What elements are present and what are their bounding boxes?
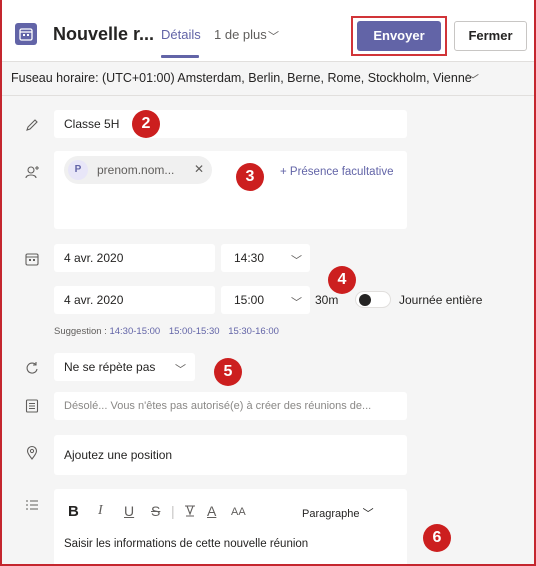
header-bar: Nouvelle r... Détails 1 de plus ﹀ Envoye…	[2, 0, 534, 62]
strikethrough-button[interactable]: S	[151, 503, 160, 519]
attendee-name: prenom.nom...	[97, 163, 175, 177]
annotation-badge: 5	[214, 358, 242, 386]
meeting-form-window: Nouvelle r... Détails 1 de plus ﹀ Envoye…	[0, 0, 536, 566]
start-time-select[interactable]: 14:30 ﹀	[221, 244, 310, 272]
paragraph-select[interactable]: Paragraphe ﹀	[302, 505, 374, 521]
optional-attendees-link[interactable]: + Présence facultative	[280, 166, 393, 178]
repeat-select[interactable]: Ne se répète pas ﹀	[54, 353, 195, 381]
end-date-value: 4 avr. 2020	[64, 293, 124, 307]
suggestion-slot[interactable]: 15:30-16:00	[228, 326, 279, 337]
annotation-badge: 3	[236, 163, 264, 191]
channel-input[interactable]: Désolé... Vous n'êtes pas autorisé(e) à …	[54, 392, 407, 420]
description-editor[interactable]: B I U S | A AA Paragraphe ﹀ Saisir les i…	[54, 489, 407, 564]
all-day-label: Journée entière	[399, 293, 483, 307]
page-title: Nouvelle r...	[53, 24, 155, 44]
font-color-button[interactable]: A	[207, 503, 216, 519]
end-time-select[interactable]: 15:00 ﹀	[221, 286, 310, 314]
tab-details[interactable]: Détails	[161, 27, 201, 42]
duration-label: 30m	[315, 293, 339, 307]
suggestions-row: Suggestion : 14:30-15:00 15:00-15:30 15:…	[54, 326, 285, 337]
annotation-badge: 2	[132, 110, 160, 138]
editor-body-text[interactable]: Saisir les informations de cette nouvell…	[64, 538, 308, 550]
chevron-down-icon: ﹀	[291, 297, 302, 309]
calendar-icon	[24, 251, 40, 267]
highlight-icon[interactable]	[182, 503, 198, 522]
end-time-value: 15:00	[234, 293, 265, 307]
location-placeholder: Ajoutez une position	[64, 448, 173, 462]
tab-active-indicator	[161, 55, 199, 58]
start-date-value: 4 avr. 2020	[64, 251, 124, 265]
underline-button[interactable]: U	[124, 503, 134, 519]
avatar: P	[68, 160, 88, 180]
send-button[interactable]: Envoyer	[357, 21, 441, 51]
pencil-icon	[24, 117, 40, 133]
toggle-knob	[359, 294, 371, 306]
font-size-button[interactable]: AA	[231, 506, 246, 518]
start-time-value: 14:30	[234, 251, 265, 265]
channel-icon	[24, 398, 40, 414]
chevron-down-icon: ﹀	[291, 255, 302, 267]
add-person-icon	[24, 164, 40, 180]
chevron-down-icon[interactable]: ﹀	[268, 28, 279, 44]
timezone-bar[interactable]: Fuseau horaire: (UTC+01:00) Amsterdam, B…	[2, 62, 534, 96]
chevron-down-icon[interactable]: ﹀	[467, 71, 479, 88]
location-pin-icon	[24, 445, 40, 461]
suggestion-label: Suggestion :	[54, 326, 107, 337]
suggestion-slot[interactable]: 15:00-15:30	[169, 326, 220, 337]
bold-button[interactable]: B	[68, 503, 79, 520]
all-day-toggle[interactable]	[355, 291, 391, 308]
close-button[interactable]: Fermer	[454, 21, 527, 51]
title-input[interactable]: Classe 5H	[54, 110, 407, 138]
timezone-label: Fuseau horaire: (UTC+01:00) Amsterdam, B…	[11, 71, 472, 85]
repeat-value: Ne se répète pas	[64, 360, 156, 374]
start-date-input[interactable]: 4 avr. 2020	[54, 244, 215, 272]
repeat-icon	[24, 360, 40, 376]
annotation-badge: 6	[423, 524, 451, 552]
paragraph-label: Paragraphe	[302, 508, 360, 520]
location-input[interactable]: Ajoutez une position	[54, 435, 407, 475]
close-icon[interactable]: ✕	[194, 162, 204, 176]
tab-more[interactable]: 1 de plus	[214, 27, 267, 42]
calendar-app-icon	[15, 23, 37, 45]
toolbar-divider: |	[171, 503, 175, 519]
channel-placeholder: Désolé... Vous n'êtes pas autorisé(e) à …	[64, 400, 372, 412]
chevron-down-icon: ﹀	[175, 364, 186, 376]
attendee-chip[interactable]: P prenom.nom... ✕	[64, 156, 212, 184]
suggestion-slot[interactable]: 14:30-15:00	[109, 326, 160, 337]
details-list-icon	[24, 497, 40, 513]
italic-button[interactable]: I	[98, 503, 103, 519]
chevron-down-icon: ﹀	[362, 508, 374, 520]
annotation-badge: 4	[328, 266, 356, 294]
end-date-input[interactable]: 4 avr. 2020	[54, 286, 215, 314]
title-value: Classe 5H	[64, 117, 120, 131]
